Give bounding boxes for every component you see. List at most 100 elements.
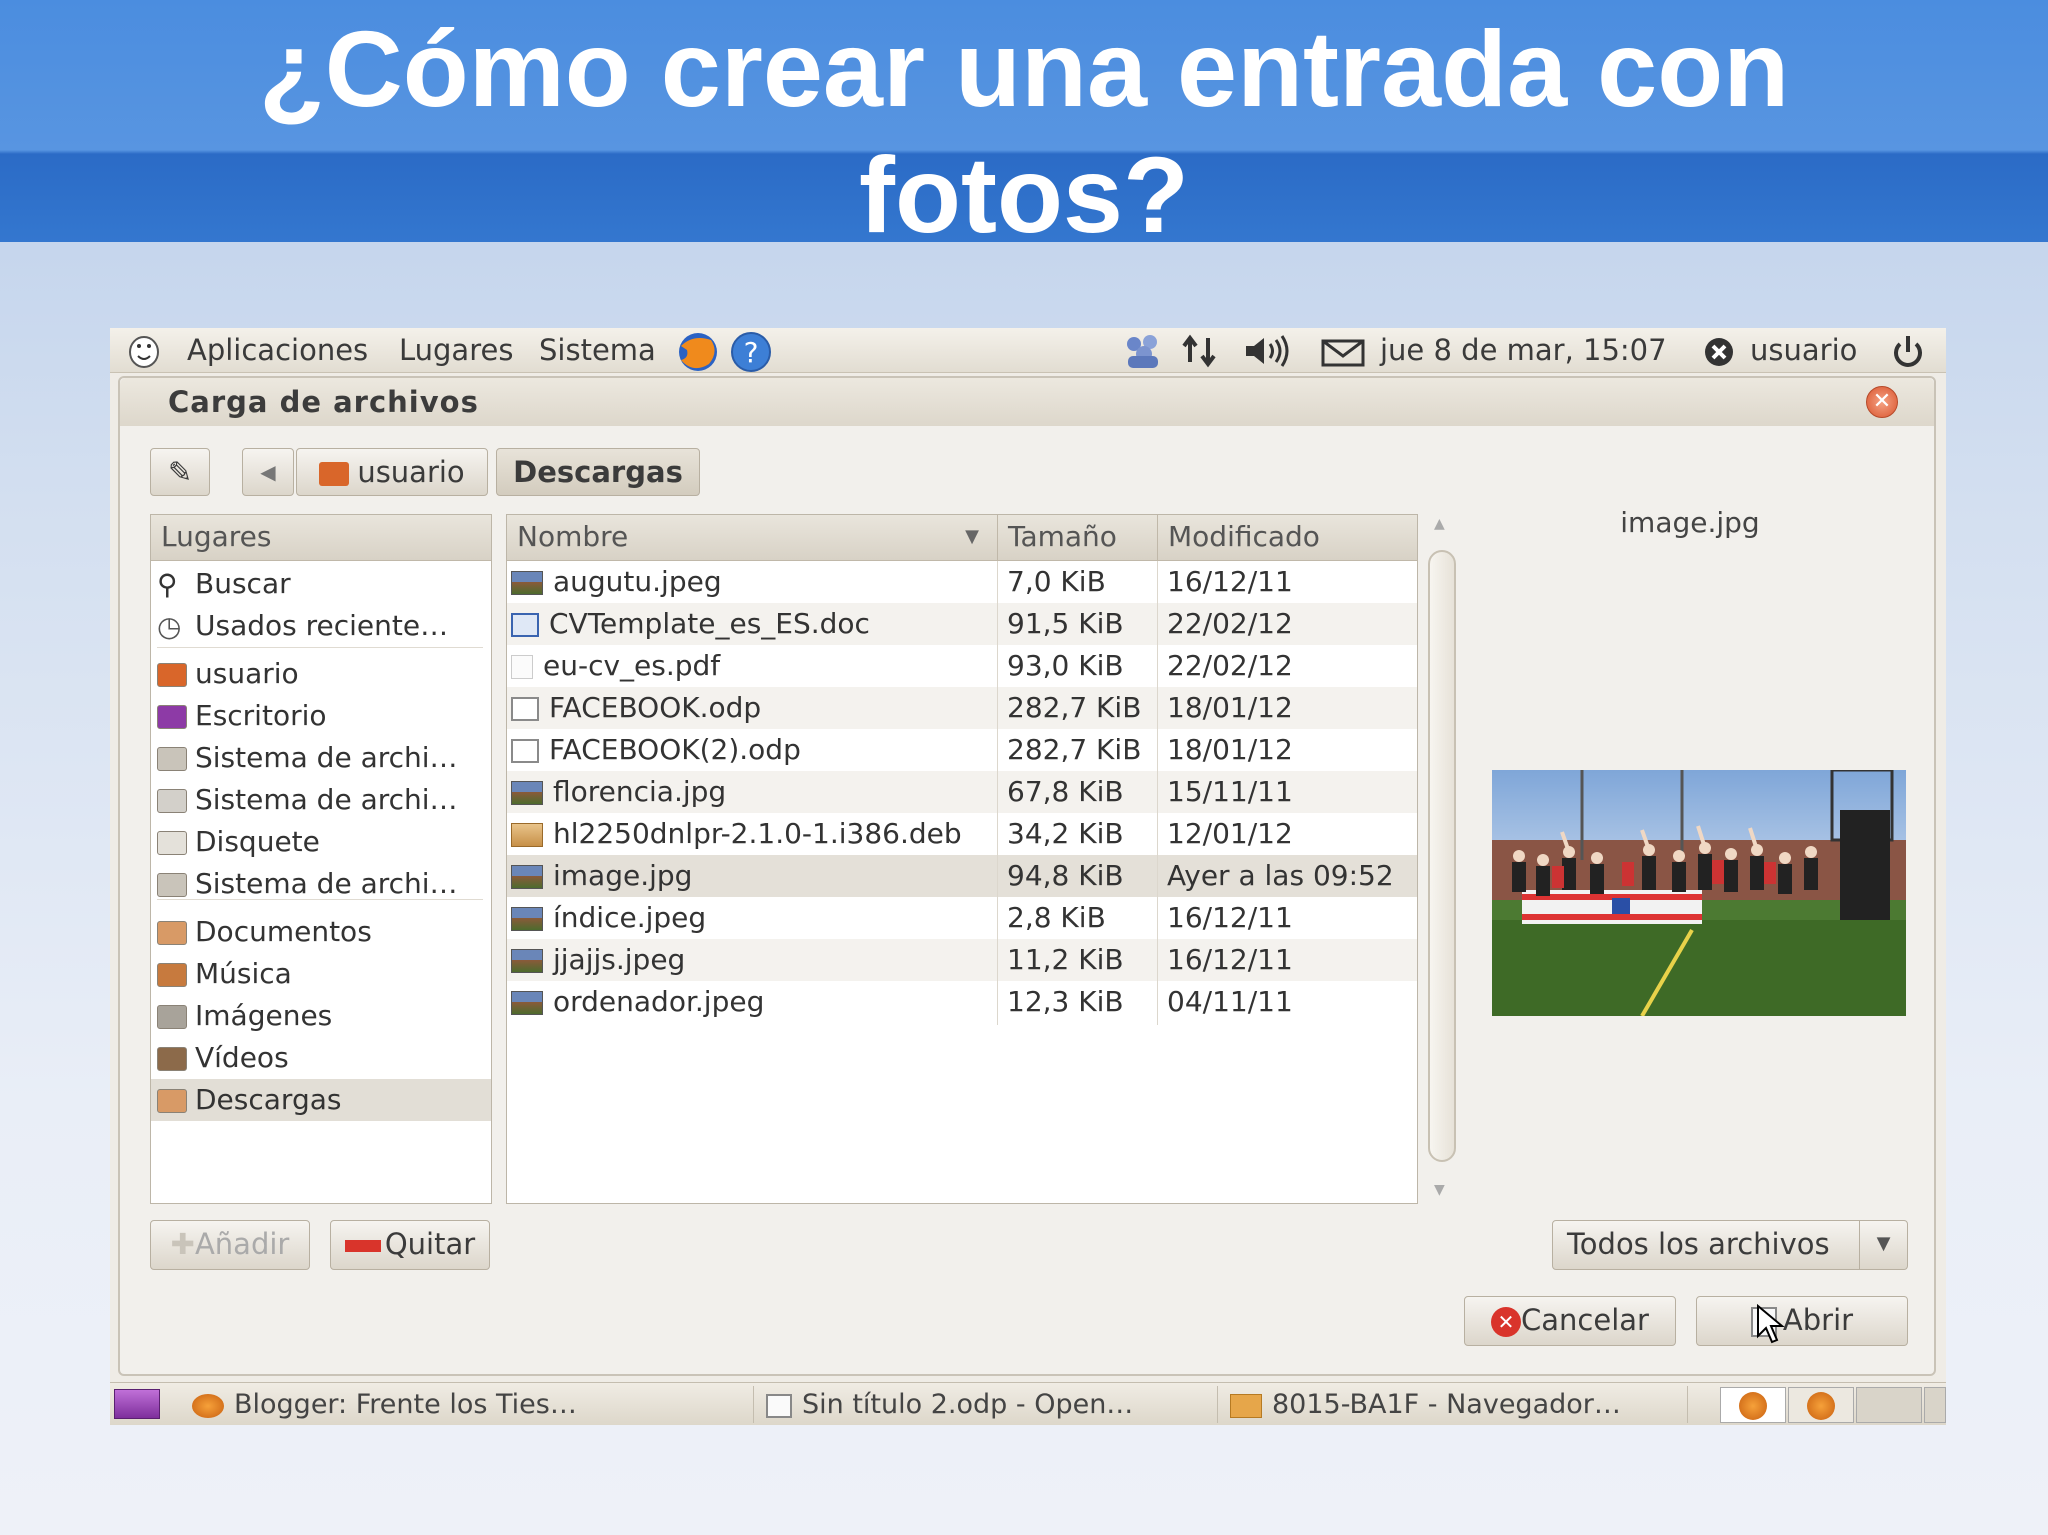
place-label: Sistema de archi… xyxy=(195,867,458,900)
file-modified: 22/02/12 xyxy=(1167,649,1293,682)
file-row[interactable]: índice.jpeg 2,8 KiB 16/12/11 xyxy=(507,897,1417,939)
file-row[interactable]: CVTemplate_es_ES.doc 91,5 KiB 22/02/12 xyxy=(507,603,1417,645)
place-label: Sistema de archi… xyxy=(195,783,458,816)
file-modified: 15/11/11 xyxy=(1167,775,1293,808)
workspace-3[interactable] xyxy=(1856,1387,1922,1423)
place-item[interactable]: Imágenes xyxy=(151,995,491,1037)
clock[interactable]: jue 8 de mar, 15:07 xyxy=(1380,332,1667,368)
scrollbar-thumb[interactable] xyxy=(1428,550,1456,1162)
firefox-launcher-icon[interactable] xyxy=(673,332,723,380)
place-item[interactable]: Documentos xyxy=(151,911,491,953)
network-icon[interactable] xyxy=(1180,332,1220,378)
file-name: FACEBOOK.odp xyxy=(549,691,762,724)
column-modified-header[interactable]: Modificado xyxy=(1157,515,1417,561)
path-usuario-button[interactable]: usuario xyxy=(296,448,488,496)
top-panel: Aplicaciones Lugares Sistema ? jue 8 de … xyxy=(110,328,1946,373)
file-name: ordenador.jpeg xyxy=(553,985,765,1018)
show-desktop-icon[interactable] xyxy=(114,1389,160,1419)
place-item[interactable]: Disquete xyxy=(151,821,491,863)
place-item[interactable]: Sistema de archi… xyxy=(151,779,491,821)
place-item[interactable]: Sistema de archi… xyxy=(151,737,491,779)
task-impress-label: Sin título 2.odp - Open… xyxy=(802,1389,1134,1420)
search-icon: ⚲ xyxy=(157,568,178,601)
path-usuario-label: usuario xyxy=(357,455,465,489)
place-label: Usados reciente… xyxy=(195,609,449,642)
place-label: Sistema de archi… xyxy=(195,741,458,774)
workspace-2[interactable] xyxy=(1788,1387,1854,1423)
scroll-down-icon[interactable]: ▼ xyxy=(1434,1182,1445,1198)
file-modified: 16/12/11 xyxy=(1167,565,1293,598)
floppy-icon xyxy=(157,831,187,855)
file-size: 11,2 KiB xyxy=(1007,943,1124,976)
column-name-header[interactable]: Nombre ▼ xyxy=(507,515,997,561)
place-item[interactable]: Descargas xyxy=(151,1079,491,1121)
folder-icon xyxy=(1230,1393,1262,1418)
file-name-cell: hl2250dnlpr-2.1.0-1.i386.deb xyxy=(511,813,995,855)
menu-sistema[interactable]: Sistema xyxy=(539,332,656,368)
task-blogger[interactable]: Blogger: Frente los Ties… xyxy=(184,1386,754,1423)
task-impress[interactable]: Sin título 2.odp - Open… xyxy=(758,1386,1218,1423)
edit-location-button[interactable]: ✎ xyxy=(150,448,210,496)
file-row[interactable]: hl2250dnlpr-2.1.0-1.i386.deb 34,2 KiB 12/0… xyxy=(507,813,1417,855)
videos-folder-icon xyxy=(157,1047,187,1071)
file-size: 282,7 KiB xyxy=(1007,733,1142,766)
slide-title-line-2: fotos? xyxy=(859,134,1189,255)
file-row[interactable]: FACEBOOK(2).odp 282,7 KiB 18/01/12 xyxy=(507,729,1417,771)
image-thumb-icon xyxy=(511,571,543,595)
file-name: FACEBOOK(2).odp xyxy=(549,733,801,766)
help-icon[interactable]: ? xyxy=(727,332,775,380)
presentation-icon xyxy=(511,697,539,721)
presentation-icon xyxy=(511,739,539,763)
bottom-taskbar: Blogger: Frente los Ties… Sin título 2.o… xyxy=(110,1382,1946,1425)
file-row[interactable]: eu-cv_es.pdf 93,0 KiB 22/02/12 xyxy=(507,645,1417,687)
user-status-icon[interactable] xyxy=(1700,332,1738,378)
workspace-1[interactable] xyxy=(1720,1387,1786,1423)
file-name-cell: CVTemplate_es_ES.doc xyxy=(511,603,995,645)
cancel-button[interactable]: ✕ Cancelar xyxy=(1464,1296,1676,1346)
people-icon[interactable] xyxy=(1120,332,1168,378)
user-name[interactable]: usuario xyxy=(1750,332,1857,368)
file-row[interactable]: FACEBOOK.odp 282,7 KiB 18/01/12 xyxy=(507,687,1417,729)
file-list-scrollbar[interactable]: ▲ ▼ xyxy=(1426,514,1458,1204)
file-size: 91,5 KiB xyxy=(1007,607,1124,640)
file-row[interactable]: augutu.jpeg 7,0 KiB 16/12/11 xyxy=(507,561,1417,603)
path-back-button[interactable]: ◀ xyxy=(242,448,294,496)
file-row[interactable]: florencia.jpg 67,8 KiB 15/11/11 xyxy=(507,771,1417,813)
place-label: Descargas xyxy=(195,1083,342,1116)
ubuntu-logo-icon[interactable] xyxy=(124,332,164,378)
firefox-icon xyxy=(1807,1392,1835,1420)
volume-icon[interactable] xyxy=(1242,332,1292,378)
add-bookmark-button[interactable]: ✚Añadir xyxy=(150,1220,310,1270)
close-icon[interactable]: ✕ xyxy=(1866,386,1898,418)
menu-aplicaciones[interactable]: Aplicaciones xyxy=(187,332,368,368)
task-file-browser[interactable]: 8015-BA1F - Navegador… xyxy=(1222,1386,1688,1423)
place-item[interactable]: ◷ Usados reciente… xyxy=(151,605,491,647)
file-modified: 18/01/12 xyxy=(1167,733,1293,766)
menu-lugares[interactable]: Lugares xyxy=(399,332,513,368)
file-modified: 12/01/12 xyxy=(1167,817,1293,850)
file-size: 93,0 KiB xyxy=(1007,649,1124,682)
file-filter-select[interactable]: Todos los archivos ▼ xyxy=(1552,1220,1908,1270)
workspace-4[interactable] xyxy=(1924,1387,1946,1423)
file-name-cell: eu-cv_es.pdf xyxy=(511,645,995,687)
remove-bookmark-button[interactable]: Quitar xyxy=(330,1220,490,1270)
column-size-header[interactable]: Tamaño xyxy=(997,515,1157,561)
file-row[interactable]: image.jpg 94,8 KiB Ayer a las 09:52 xyxy=(507,855,1417,897)
mail-icon[interactable] xyxy=(1320,332,1366,378)
place-item[interactable]: usuario xyxy=(151,653,491,695)
power-icon[interactable] xyxy=(1888,332,1928,378)
place-item[interactable]: Escritorio xyxy=(151,695,491,737)
places-pane: Lugares ⚲ Buscar ◷ Usados reciente… usuario E… xyxy=(150,514,492,1204)
place-label: Documentos xyxy=(195,915,372,948)
place-item[interactable]: ⚲ Buscar xyxy=(151,563,491,605)
open-button[interactable]: Abrir xyxy=(1696,1296,1908,1346)
file-row[interactable]: jjajjs.jpeg 11,2 KiB 16/12/11 xyxy=(507,939,1417,981)
place-item[interactable]: Música xyxy=(151,953,491,995)
cancel-label: Cancelar xyxy=(1521,1303,1649,1337)
path-descargas-button[interactable]: Descargas xyxy=(496,448,700,496)
file-row[interactable]: ordenador.jpeg 12,3 KiB 04/11/11 xyxy=(507,981,1417,1023)
scroll-up-icon[interactable]: ▲ xyxy=(1434,516,1445,532)
add-label: Añadir xyxy=(194,1227,290,1261)
place-item[interactable]: Vídeos xyxy=(151,1037,491,1079)
task-blogger-label: Blogger: Frente los Ties… xyxy=(234,1389,577,1420)
